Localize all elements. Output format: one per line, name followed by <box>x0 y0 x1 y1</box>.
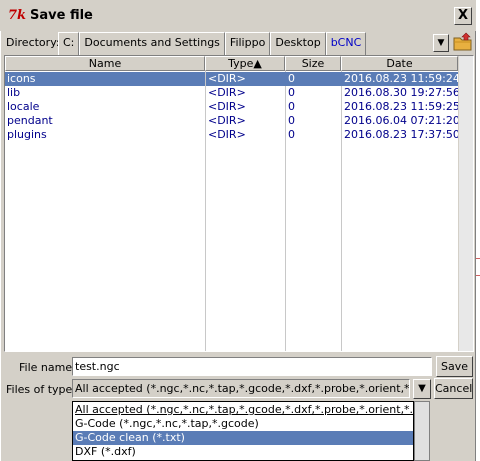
file-type-cell: <DIR> <box>208 128 246 141</box>
file-size-cell: 0 <box>288 100 295 113</box>
file-list-scrollbar[interactable] <box>458 56 473 351</box>
file-date-cell: 2016.08.23 11:59:24 <box>342 72 459 86</box>
directory-label: Directory: <box>6 36 60 49</box>
file-size-cell: 0 <box>288 86 295 99</box>
file-type-dropdown-button[interactable]: ▼ <box>413 379 431 399</box>
file-name-label: File name: <box>19 361 76 374</box>
cancel-button[interactable]: Cancel <box>434 378 473 399</box>
file-row[interactable]: icons <DIR> 0 2016.08.23 11:59:24 <box>5 72 459 86</box>
breadcrumb: C: Documents and Settings Filippo Deskto… <box>58 32 367 56</box>
column-header-type[interactable]: Type▲ <box>205 56 285 71</box>
file-type-cell: <DIR> <box>206 72 286 86</box>
file-list[interactable]: Name Type▲ Size Date icons <DIR> 0 2016.… <box>4 55 474 352</box>
file-name-cell: locale <box>7 100 40 113</box>
file-type-option-all-accepted[interactable]: All accepted (*.ngc,*.nc,*.tap,*.gcode,*… <box>73 403 413 417</box>
file-size-cell: 0 <box>288 114 295 127</box>
close-button[interactable]: X <box>454 7 472 25</box>
file-type-option-gcode-clean[interactable]: G-Code clean (*.txt) <box>73 431 413 445</box>
tk-app-icon: 7k <box>8 8 27 23</box>
file-type-options: All accepted (*.ngc,*.nc,*.tap,*.gcode,*… <box>72 401 414 461</box>
file-row[interactable]: lib <DIR> 0 2016.08.30 19:27:56 <box>5 86 459 100</box>
file-date-cell: 2016.08.30 19:27:56 <box>344 86 459 99</box>
file-type-option-gcode[interactable]: G-Code (*.ngc,*.nc,*.tap,*.gcode) <box>73 417 413 431</box>
directory-history-dropdown[interactable]: ▼ <box>433 34 449 52</box>
file-row[interactable]: pendant <DIR> 0 2016.06.04 07:21:20 <box>5 114 459 128</box>
breadcrumb-bcnc[interactable]: bCNC <box>325 32 367 56</box>
file-type-cell: <DIR> <box>208 114 246 127</box>
save-button[interactable]: Save <box>436 356 473 377</box>
file-type-cell: <DIR> <box>208 86 246 99</box>
file-date-cell: 2016.08.23 17:37:50 <box>344 128 459 141</box>
breadcrumb-desktop[interactable]: Desktop <box>270 32 326 56</box>
breadcrumb-documents-and-settings[interactable]: Documents and Settings <box>79 32 225 56</box>
file-row[interactable]: plugins <DIR> 0 2016.08.23 17:37:50 <box>5 128 459 142</box>
breadcrumb-filippo[interactable]: Filippo <box>224 32 271 56</box>
file-name-cell: plugins <box>7 128 47 141</box>
file-date-cell: 2016.06.04 07:21:20 <box>344 114 459 127</box>
file-name-cell: pendant <box>7 114 53 127</box>
file-date-cell: 2016.08.23 11:59:25 <box>344 100 459 113</box>
file-type-cell: <DIR> <box>208 100 246 113</box>
file-row[interactable]: locale <DIR> 0 2016.08.23 11:59:25 <box>5 100 459 114</box>
folder-up-icon[interactable] <box>453 32 473 52</box>
file-type-select[interactable]: All accepted (*.ngc,*.nc,*.tap,*.gcode,*… <box>72 379 410 398</box>
file-name-input[interactable]: test.ngc <box>72 357 432 376</box>
file-name-cell: lib <box>7 86 21 99</box>
file-size-cell: 0 <box>286 72 342 86</box>
file-name-cell: icons <box>5 72 205 86</box>
file-type-option-dxf[interactable]: DXF (*.dxf) <box>73 445 413 459</box>
breadcrumb-c-drive[interactable]: C: <box>58 32 80 56</box>
window-title: Save file <box>30 8 93 23</box>
file-size-cell: 0 <box>288 128 295 141</box>
column-header-size[interactable]: Size <box>285 56 341 71</box>
file-type-label: Files of type: <box>6 383 77 396</box>
column-header-name[interactable]: Name <box>5 56 205 71</box>
file-type-options-scrollbar[interactable] <box>414 401 430 461</box>
column-header-date[interactable]: Date <box>341 56 458 71</box>
